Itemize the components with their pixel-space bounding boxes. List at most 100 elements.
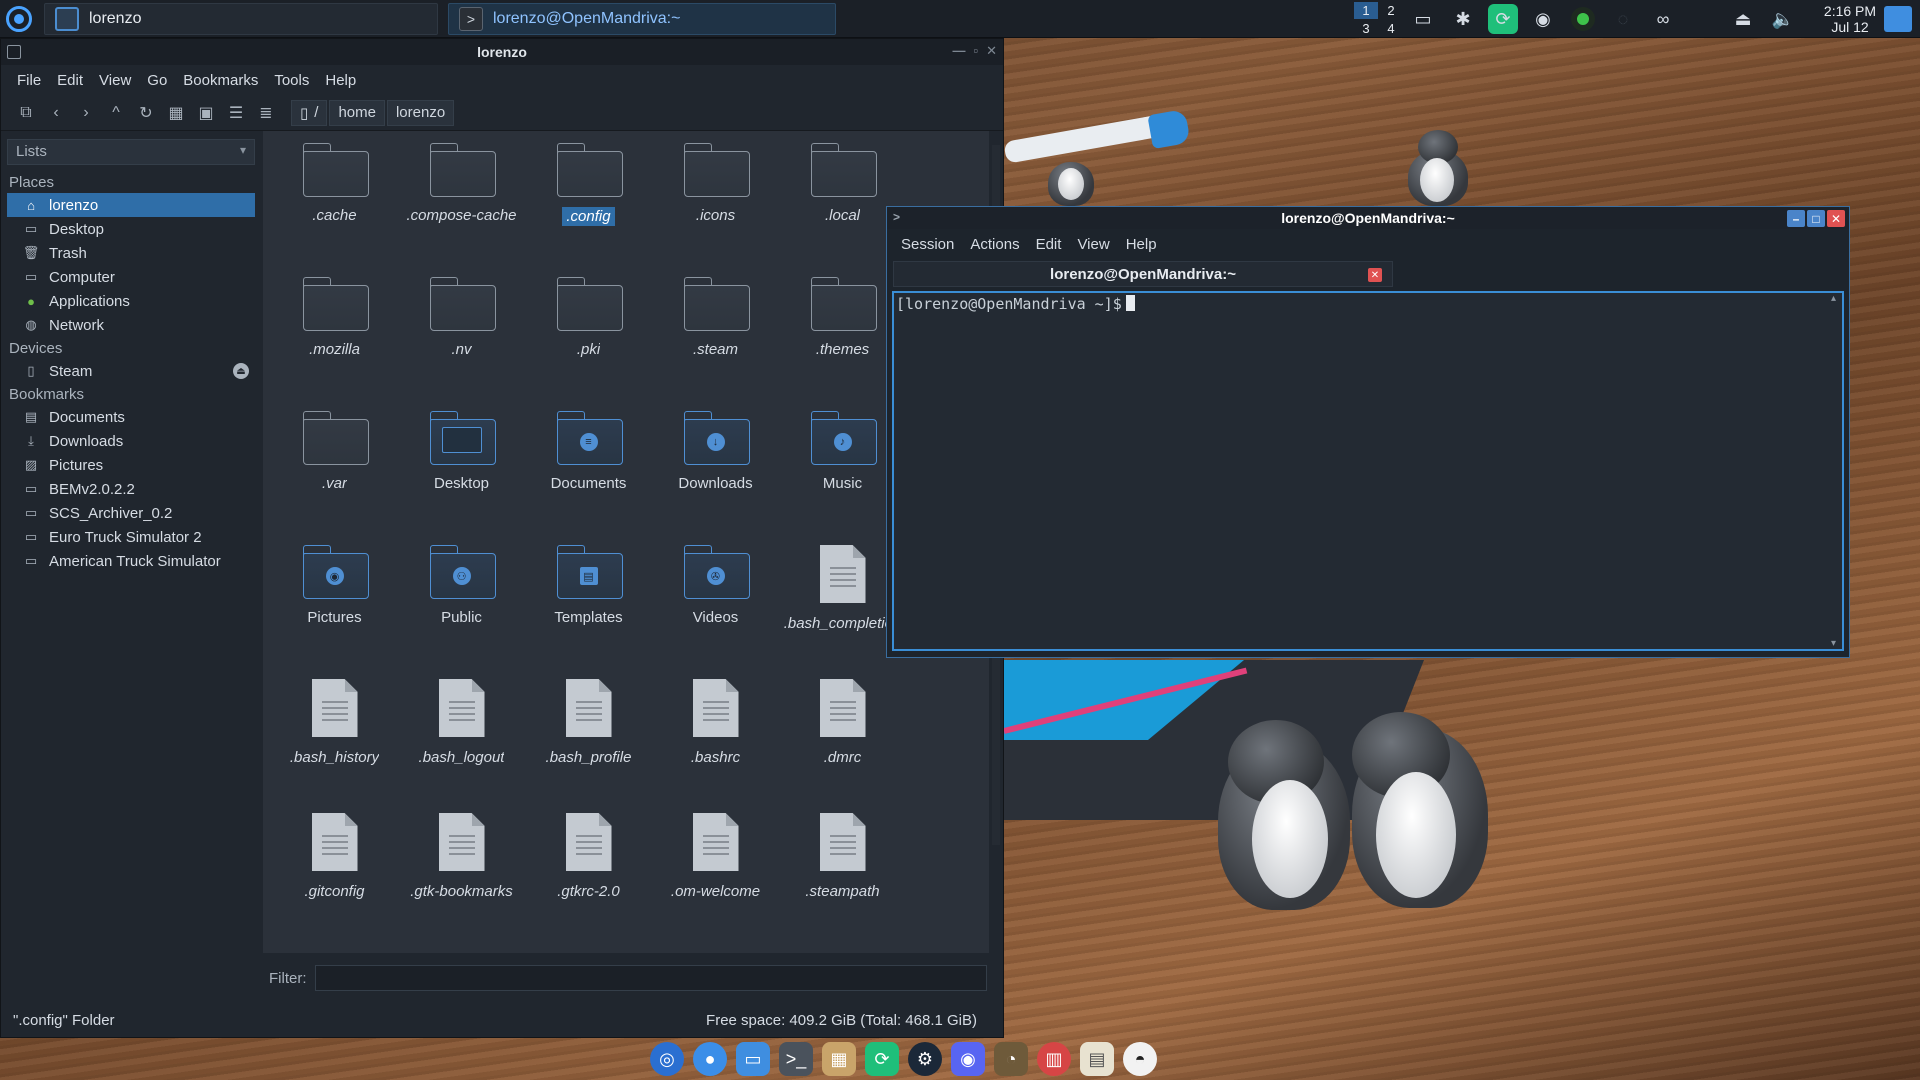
maximize-icon[interactable]: □	[1807, 210, 1825, 227]
menu-bookmarks[interactable]: Bookmarks	[175, 72, 266, 89]
file-item[interactable]: .steampath	[779, 801, 906, 935]
terminal-output[interactable]: [lorenzo@OpenMandriva ~]$	[892, 291, 1844, 651]
close-icon[interactable]: ✕	[986, 43, 997, 59]
menu-session[interactable]: Session	[893, 236, 962, 253]
sidebar-item-computer[interactable]: ▭ Computer	[7, 265, 255, 289]
file-item[interactable]: .compose-cache	[398, 131, 525, 265]
file-item[interactable]: .mozilla	[271, 265, 398, 399]
reload-icon[interactable]: ↻	[133, 100, 159, 126]
browser-icon[interactable]: ◎	[650, 1042, 684, 1076]
volume-icon[interactable]: 🔈	[1768, 4, 1798, 34]
record-icon[interactable]	[1568, 4, 1598, 34]
virtual-desktop-pager[interactable]: 1 2 3 4	[1354, 2, 1403, 37]
icon-view-icon[interactable]: ▦	[163, 100, 189, 126]
forward-icon[interactable]: ›	[73, 100, 99, 126]
menu-help[interactable]: Help	[1118, 236, 1165, 253]
file-item[interactable]: ✇ Videos	[652, 533, 779, 667]
sidebar-item-desktop[interactable]: ▭ Desktop	[7, 217, 255, 241]
desktop-2[interactable]: 2	[1379, 2, 1403, 19]
file-item[interactable]: .bash_profile	[525, 667, 652, 801]
menu-edit[interactable]: Edit	[49, 72, 91, 89]
file-item[interactable]: Desktop	[398, 399, 525, 533]
terminal-scrollbar[interactable]	[1830, 293, 1840, 649]
desktop-3[interactable]: 3	[1354, 20, 1378, 37]
sidebar-item-applications[interactable]: ● Applications	[7, 289, 255, 313]
menu-view[interactable]: View	[1069, 236, 1117, 253]
new-tab-icon[interactable]: ⧉	[13, 100, 39, 126]
menu-actions[interactable]: Actions	[962, 236, 1027, 253]
sidebar-item-ats[interactable]: ▭ American Truck Simulator	[7, 549, 255, 573]
filter-input[interactable]	[314, 965, 987, 991]
sidebar-item-trash[interactable]: 🗑 Trash	[7, 241, 255, 265]
gimp-icon[interactable]: ◔	[994, 1042, 1028, 1076]
file-item[interactable]: .nv	[398, 265, 525, 399]
updates-icon[interactable]: ⏏	[1728, 4, 1758, 34]
app-launcher-button[interactable]	[0, 0, 38, 38]
steam-icon[interactable]: ⚙	[908, 1042, 942, 1076]
network-icon[interactable]: ◌	[1608, 4, 1638, 34]
chromium-icon[interactable]: ●	[693, 1042, 727, 1076]
sidebar-item-steam[interactable]: ▯ Steam ⏏	[7, 359, 255, 383]
clock[interactable]: 2:16 PM Jul 12	[1820, 3, 1880, 35]
up-icon[interactable]: ^	[103, 100, 129, 126]
tab-close-icon[interactable]: ✕	[1368, 268, 1382, 282]
file-item[interactable]: .dmrc	[779, 667, 906, 801]
minimize-icon[interactable]: —	[952, 43, 965, 59]
file-item[interactable]: .steam	[652, 265, 779, 399]
sidebar-item-downloads[interactable]: ⤓ Downloads	[7, 429, 255, 453]
link-icon[interactable]: ∞	[1648, 4, 1678, 34]
file-manager-titlebar[interactable]: lorenzo — ▫ ✕	[1, 39, 1003, 65]
archive-icon[interactable]: ▦	[822, 1042, 856, 1076]
breadcrumb-root[interactable]: ▯ /	[291, 99, 328, 126]
sidebar-item-network[interactable]: ◍ Network	[7, 313, 255, 337]
menu-tools[interactable]: Tools	[266, 72, 317, 89]
file-item[interactable]: .config	[525, 131, 652, 265]
discord-icon[interactable]: ◉	[1528, 4, 1558, 34]
sync-icon[interactable]: ⟳	[865, 1042, 899, 1076]
display-icon[interactable]: ▭	[1408, 4, 1438, 34]
back-icon[interactable]: ‹	[43, 100, 69, 126]
minimize-icon[interactable]: –	[1787, 210, 1805, 227]
sidebar-item-documents[interactable]: ▤ Documents	[7, 405, 255, 429]
desktop-1[interactable]: 1	[1354, 2, 1378, 19]
thumbnail-view-icon[interactable]: ▣	[193, 100, 219, 126]
desktop-4[interactable]: 4	[1379, 20, 1403, 37]
bluetooth-icon[interactable]: ✱	[1448, 4, 1478, 34]
file-item[interactable]: .bash_logout	[398, 667, 525, 801]
show-desktop-icon[interactable]	[1884, 6, 1912, 32]
menu-go[interactable]: Go	[139, 72, 175, 89]
file-item[interactable]: ≡ Documents	[525, 399, 652, 533]
close-icon[interactable]: ✕	[1827, 210, 1845, 227]
file-item[interactable]: ▤ Templates	[525, 533, 652, 667]
sidebar-item-pictures[interactable]: ▨ Pictures	[7, 453, 255, 477]
file-item[interactable]: .cache	[271, 131, 398, 265]
discord-icon[interactable]: ◉	[951, 1042, 985, 1076]
taskbar-item-file-manager[interactable]: lorenzo	[44, 2, 438, 35]
breadcrumb-home[interactable]: home	[329, 99, 385, 126]
file-view[interactable]: .cache .compose-cache .config .icons .local.…	[263, 131, 989, 953]
file-item[interactable]: .gitconfig	[271, 801, 398, 935]
terminal-titlebar[interactable]: > lorenzo@OpenMandriva:~ – □ ✕	[887, 207, 1849, 229]
menu-file[interactable]: File	[9, 72, 49, 89]
window-menu-icon[interactable]	[7, 45, 21, 59]
file-item[interactable]: .gtkrc-2.0	[525, 801, 652, 935]
reader-icon[interactable]: ▥	[1037, 1042, 1071, 1076]
maximize-icon[interactable]: ▫	[973, 43, 978, 59]
file-item[interactable]: .pki	[525, 265, 652, 399]
detailed-view-icon[interactable]: ≣	[253, 100, 279, 126]
file-item[interactable]: .bashrc	[652, 667, 779, 801]
sidebar-item-lorenzo[interactable]: ⌂ lorenzo	[7, 193, 255, 217]
compact-view-icon[interactable]: ☰	[223, 100, 249, 126]
terminal-icon[interactable]: >_	[779, 1042, 813, 1076]
menu-help[interactable]: Help	[317, 72, 364, 89]
terminal-tab[interactable]: lorenzo@OpenMandriva:~ ✕	[893, 261, 1393, 287]
file-item[interactable]: ↓ Downloads	[652, 399, 779, 533]
files-icon[interactable]: ▭	[736, 1042, 770, 1076]
menu-edit[interactable]: Edit	[1028, 236, 1070, 253]
file-item[interactable]: ⚇ Public	[398, 533, 525, 667]
sidebar-mode-select[interactable]: Lists	[7, 139, 255, 165]
file-item[interactable]: .var	[271, 399, 398, 533]
taskbar-item-terminal[interactable]: > lorenzo@OpenMandriva:~	[448, 2, 836, 35]
file-item[interactable]: .icons	[652, 131, 779, 265]
sidebar-item-bemv[interactable]: ▭ BEMv2.0.2.2	[7, 477, 255, 501]
